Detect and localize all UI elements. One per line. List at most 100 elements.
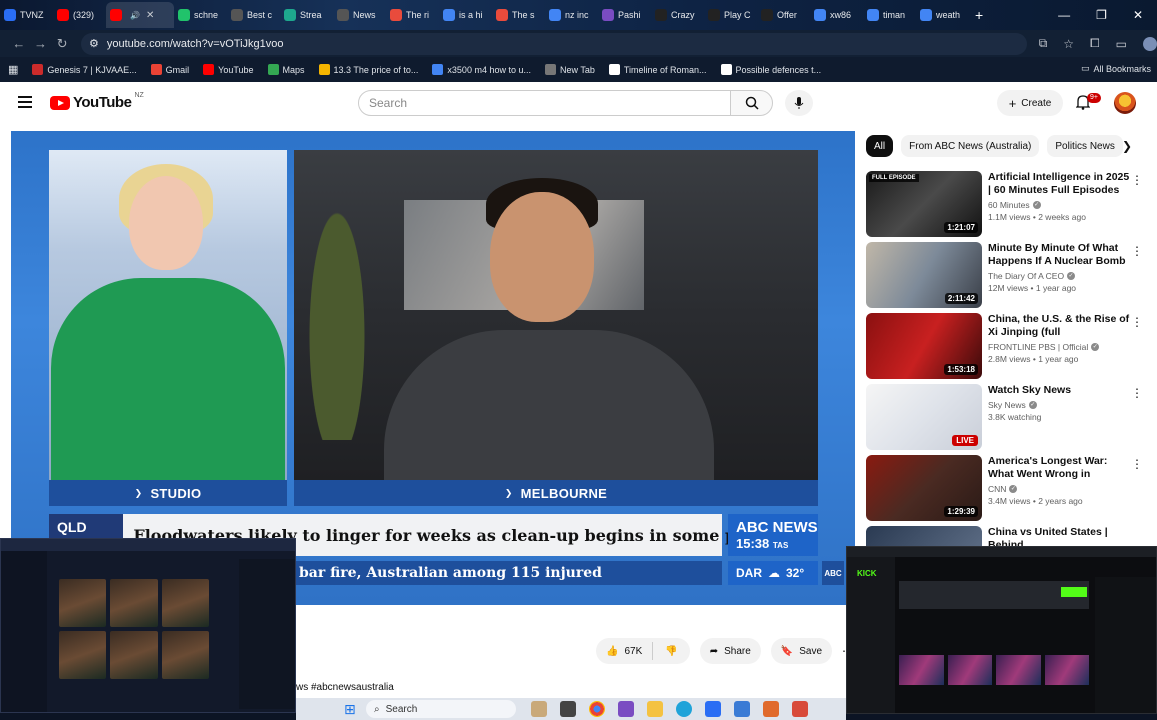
video-player[interactable]: ❯ STUDIO ❯ MELBOURNE QLD FLOODS Floodwat…: [11, 131, 855, 605]
bookmark-item[interactable]: 13.3 The price of to...: [318, 64, 418, 75]
recommendation-item[interactable]: 1:53:18 China, the U.S. & the Rise of Xi …: [866, 313, 1151, 379]
file-explorer-icon[interactable]: [647, 701, 663, 717]
edge-icon[interactable]: [676, 701, 692, 717]
browser-tab[interactable]: Play C: [704, 2, 757, 28]
menu-icon[interactable]: [18, 96, 32, 108]
video-thumbnail[interactable]: 1:53:18: [866, 313, 982, 379]
channel-name[interactable]: The Diary Of A CEO ✓: [988, 271, 1130, 281]
minimize-button[interactable]: —: [1058, 8, 1070, 22]
store-icon[interactable]: [734, 701, 750, 717]
browser-tab[interactable]: Strea: [280, 2, 333, 28]
recommendation-title[interactable]: Watch Sky News: [988, 384, 1130, 397]
dislike-button[interactable]: 👎: [653, 646, 689, 657]
browser-tab[interactable]: TVNZ: [0, 2, 53, 28]
browser-tab[interactable]: nz inc: [545, 2, 598, 28]
audio-playing-icon[interactable]: 🔊: [130, 11, 140, 20]
more-options-icon[interactable]: ⋮: [1131, 315, 1143, 329]
chevron-right-icon[interactable]: ❯: [1122, 139, 1132, 153]
app-icon[interactable]: [792, 701, 808, 717]
search-button[interactable]: [730, 90, 773, 116]
filter-chip[interactable]: Politics News: [1047, 135, 1123, 157]
bookmark-item[interactable]: Genesis 7 | KJVAAE...: [32, 64, 137, 75]
search-input[interactable]: Search: [358, 90, 731, 116]
sidepanel-icon[interactable]: ▭: [1116, 37, 1127, 51]
browser-tab[interactable]: The s: [492, 2, 545, 28]
follow-button[interactable]: [1061, 587, 1087, 597]
recommendation-title[interactable]: America's Longest War: What Went Wrong i…: [988, 455, 1130, 481]
account-avatar[interactable]: [1114, 92, 1136, 114]
browser-tab[interactable]: is a hi: [439, 2, 492, 28]
task-view-icon[interactable]: [560, 701, 576, 717]
save-button[interactable]: 🔖 Save: [770, 638, 833, 664]
app-icon[interactable]: [763, 701, 779, 717]
browser-tab[interactable]: Crazy: [651, 2, 704, 28]
close-tab-icon[interactable]: ✕: [146, 10, 154, 21]
kick-stream-window[interactable]: KICK: [846, 546, 1157, 714]
apps-icon[interactable]: ▦: [8, 63, 18, 76]
video-thumbnail[interactable]: 1:29:39: [866, 455, 982, 521]
browser-tab[interactable]: The ri: [386, 2, 439, 28]
more-options-icon[interactable]: ⋮: [1131, 386, 1143, 400]
casino-stream-window[interactable]: [0, 538, 296, 713]
recommendation-title[interactable]: China, the U.S. & the Rise of Xi Jinping…: [988, 313, 1130, 339]
recommendation-item[interactable]: 2:11:42 Minute By Minute Of What Happens …: [866, 242, 1151, 308]
bookmark-item[interactable]: Timeline of Roman...: [608, 64, 707, 75]
chrome-icon[interactable]: [589, 701, 605, 717]
recommendation-item[interactable]: LIVE Watch Sky News Sky News ✓ 3.8K watching…: [866, 384, 1151, 450]
recommendation-item[interactable]: FULL EPISODE 1:21:07 Artificial Intelligen…: [866, 171, 1151, 237]
recommendation-title[interactable]: Artificial Intelligence in 2025 | 60 Min…: [988, 171, 1130, 197]
all-bookmarks[interactable]: ▭ All Bookmarks: [1081, 63, 1151, 74]
forward-icon[interactable]: →: [30, 36, 52, 51]
video-thumbnail[interactable]: 2:11:42: [866, 242, 982, 308]
description-hashtags[interactable]: ws #abcnewsaustralia: [296, 682, 394, 693]
create-button[interactable]: + Create: [997, 90, 1063, 116]
channel-name[interactable]: Sky News ✓: [988, 400, 1130, 410]
filter-chip[interactable]: From ABC News (Australia): [901, 135, 1040, 157]
mail-icon[interactable]: [705, 701, 721, 717]
bookmark-item[interactable]: Gmail: [150, 64, 189, 75]
install-icon[interactable]: ⧉: [1039, 36, 1048, 51]
browser-tab[interactable]: timan: [863, 2, 916, 28]
extensions-icon[interactable]: ⧠: [1090, 36, 1100, 51]
browser-tab[interactable]: Best c: [227, 2, 280, 28]
bookmark-item[interactable]: x3500 m4 how to u...: [432, 64, 531, 75]
url-field[interactable]: ⚙ youtube.com/watch?v=vOTiJkg1voo: [81, 32, 1027, 55]
like-button[interactable]: 👍 67K: [596, 642, 654, 660]
star-icon[interactable]: ☆: [1063, 37, 1074, 51]
browser-tab[interactable]: schne: [174, 2, 227, 28]
channel-name[interactable]: CNN ✓: [988, 484, 1130, 494]
taskbar-search[interactable]: ⌕ Search: [366, 700, 516, 718]
bookmark-item[interactable]: New Tab: [544, 64, 595, 75]
share-button[interactable]: ➦ Share: [699, 638, 761, 664]
browser-tab[interactable]: News: [333, 2, 386, 28]
browser-tab[interactable]: (329): [53, 2, 106, 28]
more-options-icon[interactable]: ⋮: [1131, 457, 1143, 471]
bookmark-item[interactable]: YouTube: [203, 64, 254, 75]
browser-tab[interactable]: Offer: [757, 2, 810, 28]
app-icon[interactable]: [618, 701, 634, 717]
site-info-icon[interactable]: ⚙: [89, 37, 99, 50]
profile-avatar[interactable]: [1143, 36, 1157, 51]
new-tab-button[interactable]: +: [975, 7, 983, 23]
more-options-icon[interactable]: ⋮: [1131, 244, 1143, 258]
filter-chip[interactable]: All: [866, 135, 894, 157]
browser-tab[interactable]: 🔊 ✕: [106, 2, 174, 28]
reload-icon[interactable]: ↻: [51, 36, 73, 52]
video-thumbnail[interactable]: LIVE: [866, 384, 982, 450]
browser-tab[interactable]: Pashi: [598, 2, 651, 28]
channel-name[interactable]: 60 Minutes ✓: [988, 200, 1130, 210]
more-options-icon[interactable]: ⋮: [1131, 173, 1143, 187]
windows-start-icon[interactable]: ⊞: [344, 701, 356, 718]
recommendation-item[interactable]: 1:29:39 America's Longest War: What Went …: [866, 455, 1151, 521]
browser-tab[interactable]: weath: [916, 2, 969, 28]
video-thumbnail[interactable]: FULL EPISODE 1:21:07: [866, 171, 982, 237]
bookmark-item[interactable]: Maps: [267, 64, 305, 75]
close-button[interactable]: ✕: [1133, 8, 1143, 22]
maximize-button[interactable]: ❐: [1096, 8, 1107, 22]
voice-search-button[interactable]: [785, 90, 813, 116]
bookmark-item[interactable]: Possible defences t...: [720, 64, 821, 75]
back-icon[interactable]: ←: [8, 36, 30, 51]
widgets-icon[interactable]: [531, 701, 547, 717]
recommendation-title[interactable]: Minute By Minute Of What Happens If A Nu…: [988, 242, 1130, 268]
browser-tab[interactable]: xw86: [810, 2, 863, 28]
